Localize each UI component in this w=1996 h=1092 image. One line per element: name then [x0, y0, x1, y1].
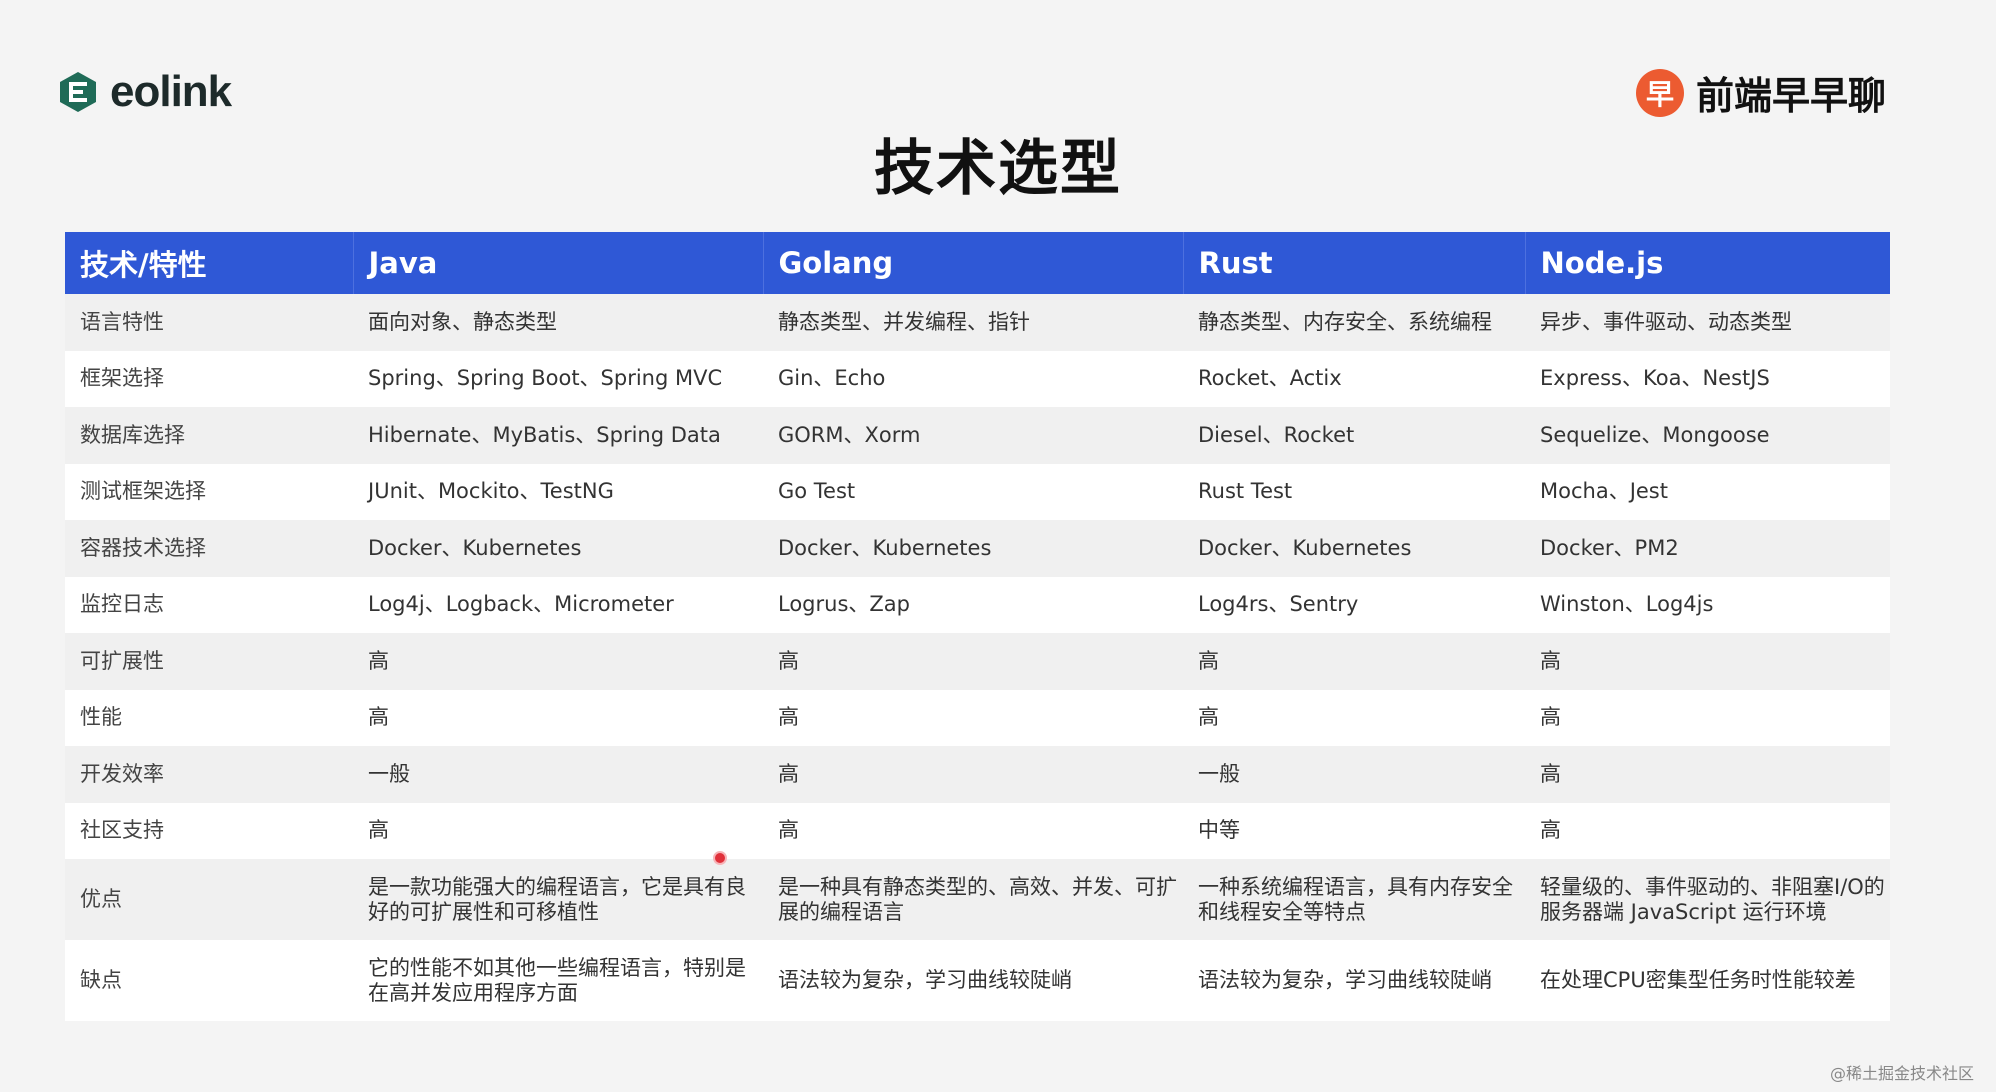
cell-java: 是一款功能强大的编程语言，它是具有良好的可扩展性和可移植性	[353, 859, 763, 940]
table-row: 测试框架选择 JUnit、Mockito、TestNG Go Test Rust…	[65, 463, 1890, 520]
cell-golang: GORM、Xorm	[763, 407, 1183, 464]
table-row: 框架选择 Spring、Spring Boot、Spring MVC Gin、E…	[65, 350, 1890, 407]
cell-rust: Rust Test	[1183, 463, 1525, 520]
table-row: 监控日志 Log4j、Logback、Micrometer Logrus、Zap…	[65, 576, 1890, 633]
cell-nodejs: Express、Koa、NestJS	[1525, 350, 1890, 407]
brand-name: 前端早早聊	[1695, 74, 1886, 118]
cell-rust: 中等	[1183, 802, 1525, 859]
eolink-hexagon-icon	[60, 72, 96, 112]
watermark: @稀土掘金技术社区	[1829, 1064, 1974, 1083]
eolink-wordmark: eolink	[110, 67, 232, 116]
cell-golang: Gin、Echo	[763, 350, 1183, 407]
table-header-row: 技术/特性 Java Golang Rust Node.js	[65, 232, 1890, 294]
cell-nodejs: 轻量级的、事件驱动的、非阻塞I/O的服务器端 JavaScript 运行环境	[1525, 859, 1890, 940]
row-label: 性能	[65, 689, 353, 746]
cell-golang: 高	[763, 633, 1183, 690]
cell-nodejs: Docker、PM2	[1525, 520, 1890, 577]
brand-badge-icon: 早	[1635, 68, 1684, 117]
cell-nodejs: 高	[1525, 746, 1890, 803]
cell-nodejs: Mocha、Jest	[1525, 463, 1890, 520]
cell-rust: Diesel、Rocket	[1183, 407, 1525, 464]
cell-nodejs: 异步、事件驱动、动态类型	[1525, 294, 1890, 351]
cell-java: Log4j、Logback、Micrometer	[353, 576, 763, 633]
header-golang: Golang	[762, 232, 1183, 294]
cell-java: 面向对象、静态类型	[353, 294, 763, 351]
cell-java: Spring、Spring Boot、Spring MVC	[353, 350, 763, 407]
cell-rust: 一种系统编程语言，具有内存安全和线程安全等特点	[1183, 859, 1525, 940]
cell-golang: Logrus、Zap	[763, 576, 1183, 633]
cell-java: 高	[353, 633, 763, 690]
header-java: Java	[352, 232, 763, 294]
row-label: 语言特性	[65, 294, 353, 351]
row-label: 缺点	[65, 940, 353, 1021]
row-label: 监控日志	[65, 576, 353, 633]
row-label: 开发效率	[65, 746, 353, 803]
cell-java: Docker、Kubernetes	[353, 520, 763, 577]
cell-nodejs: 高	[1525, 689, 1890, 746]
cell-rust: Docker、Kubernetes	[1183, 520, 1525, 577]
row-label: 社区支持	[65, 802, 353, 859]
table-row: 数据库选择 Hibernate、MyBatis、Spring Data GORM…	[65, 407, 1890, 464]
cell-golang: Docker、Kubernetes	[763, 520, 1183, 577]
cell-nodejs: 高	[1525, 633, 1890, 690]
row-label: 可扩展性	[65, 633, 353, 690]
row-label: 数据库选择	[65, 407, 353, 464]
cell-rust: 语法较为复杂，学习曲线较陡峭	[1183, 940, 1525, 1021]
cell-java: 一般	[353, 746, 763, 803]
cell-java: 高	[353, 802, 763, 859]
row-label: 优点	[65, 859, 353, 940]
cell-golang: 高	[763, 802, 1183, 859]
table-row: 语言特性 面向对象、静态类型 静态类型、并发编程、指针 静态类型、内存安全、系统…	[65, 294, 1890, 351]
header-nodejs: Node.js	[1524, 232, 1890, 294]
eolink-logo: eolink	[56, 67, 232, 116]
table-row: 容器技术选择 Docker、Kubernetes Docker、Kubernet…	[65, 520, 1890, 577]
cell-rust: 高	[1183, 633, 1525, 690]
cell-nodejs: 高	[1525, 802, 1890, 859]
cell-java: JUnit、Mockito、TestNG	[353, 463, 763, 520]
cell-rust: 高	[1183, 689, 1525, 746]
row-label: 容器技术选择	[65, 520, 353, 577]
table-row: 性能 高 高 高 高	[65, 689, 1890, 746]
table-row: 开发效率 一般 高 一般 高	[65, 746, 1890, 803]
cell-golang: 语法较为复杂，学习曲线较陡峭	[763, 940, 1183, 1021]
page-title: 技术选型	[874, 134, 1122, 204]
brand-logo: 早 前端早早聊	[1635, 65, 1886, 120]
table-row: 优点 是一款功能强大的编程语言，它是具有良好的可扩展性和可移植性 是一种具有静态…	[65, 859, 1890, 940]
pointer-dot	[713, 851, 727, 865]
cell-rust: 一般	[1183, 746, 1525, 803]
header-rust: Rust	[1182, 232, 1525, 294]
table-row: 可扩展性 高 高 高 高	[65, 633, 1890, 690]
cell-nodejs: Sequelize、Mongoose	[1525, 407, 1890, 464]
cell-nodejs: 在处理CPU密集型任务时性能较差	[1525, 940, 1890, 1021]
row-label: 框架选择	[65, 350, 353, 407]
cell-golang: Go Test	[763, 463, 1183, 520]
cell-java: 高	[353, 689, 763, 746]
cell-java: Hibernate、MyBatis、Spring Data	[353, 407, 763, 464]
cell-rust: Rocket、Actix	[1183, 350, 1525, 407]
cell-golang: 高	[763, 689, 1183, 746]
cell-golang: 高	[763, 746, 1183, 803]
cell-nodejs: Winston、Log4js	[1525, 576, 1890, 633]
header-feature: 技术/特性	[65, 232, 353, 294]
table-row: 缺点 它的性能不如其他一些编程语言，特别是在高并发应用程序方面 语法较为复杂，学…	[65, 940, 1890, 1021]
table-row: 社区支持 高 高 中等 高	[65, 802, 1890, 859]
row-label: 测试框架选择	[65, 463, 353, 520]
cell-rust: Log4rs、Sentry	[1183, 576, 1525, 633]
cell-golang: 静态类型、并发编程、指针	[763, 294, 1183, 351]
cell-rust: 静态类型、内存安全、系统编程	[1183, 294, 1525, 351]
cell-golang: 是一种具有静态类型的、高效、并发、可扩展的编程语言	[763, 859, 1183, 940]
tech-comparison-table: 技术/特性 Java Golang Rust Node.js 语言特性 面向对象…	[65, 232, 1890, 1021]
cell-java: 它的性能不如其他一些编程语言，特别是在高并发应用程序方面	[353, 940, 763, 1021]
